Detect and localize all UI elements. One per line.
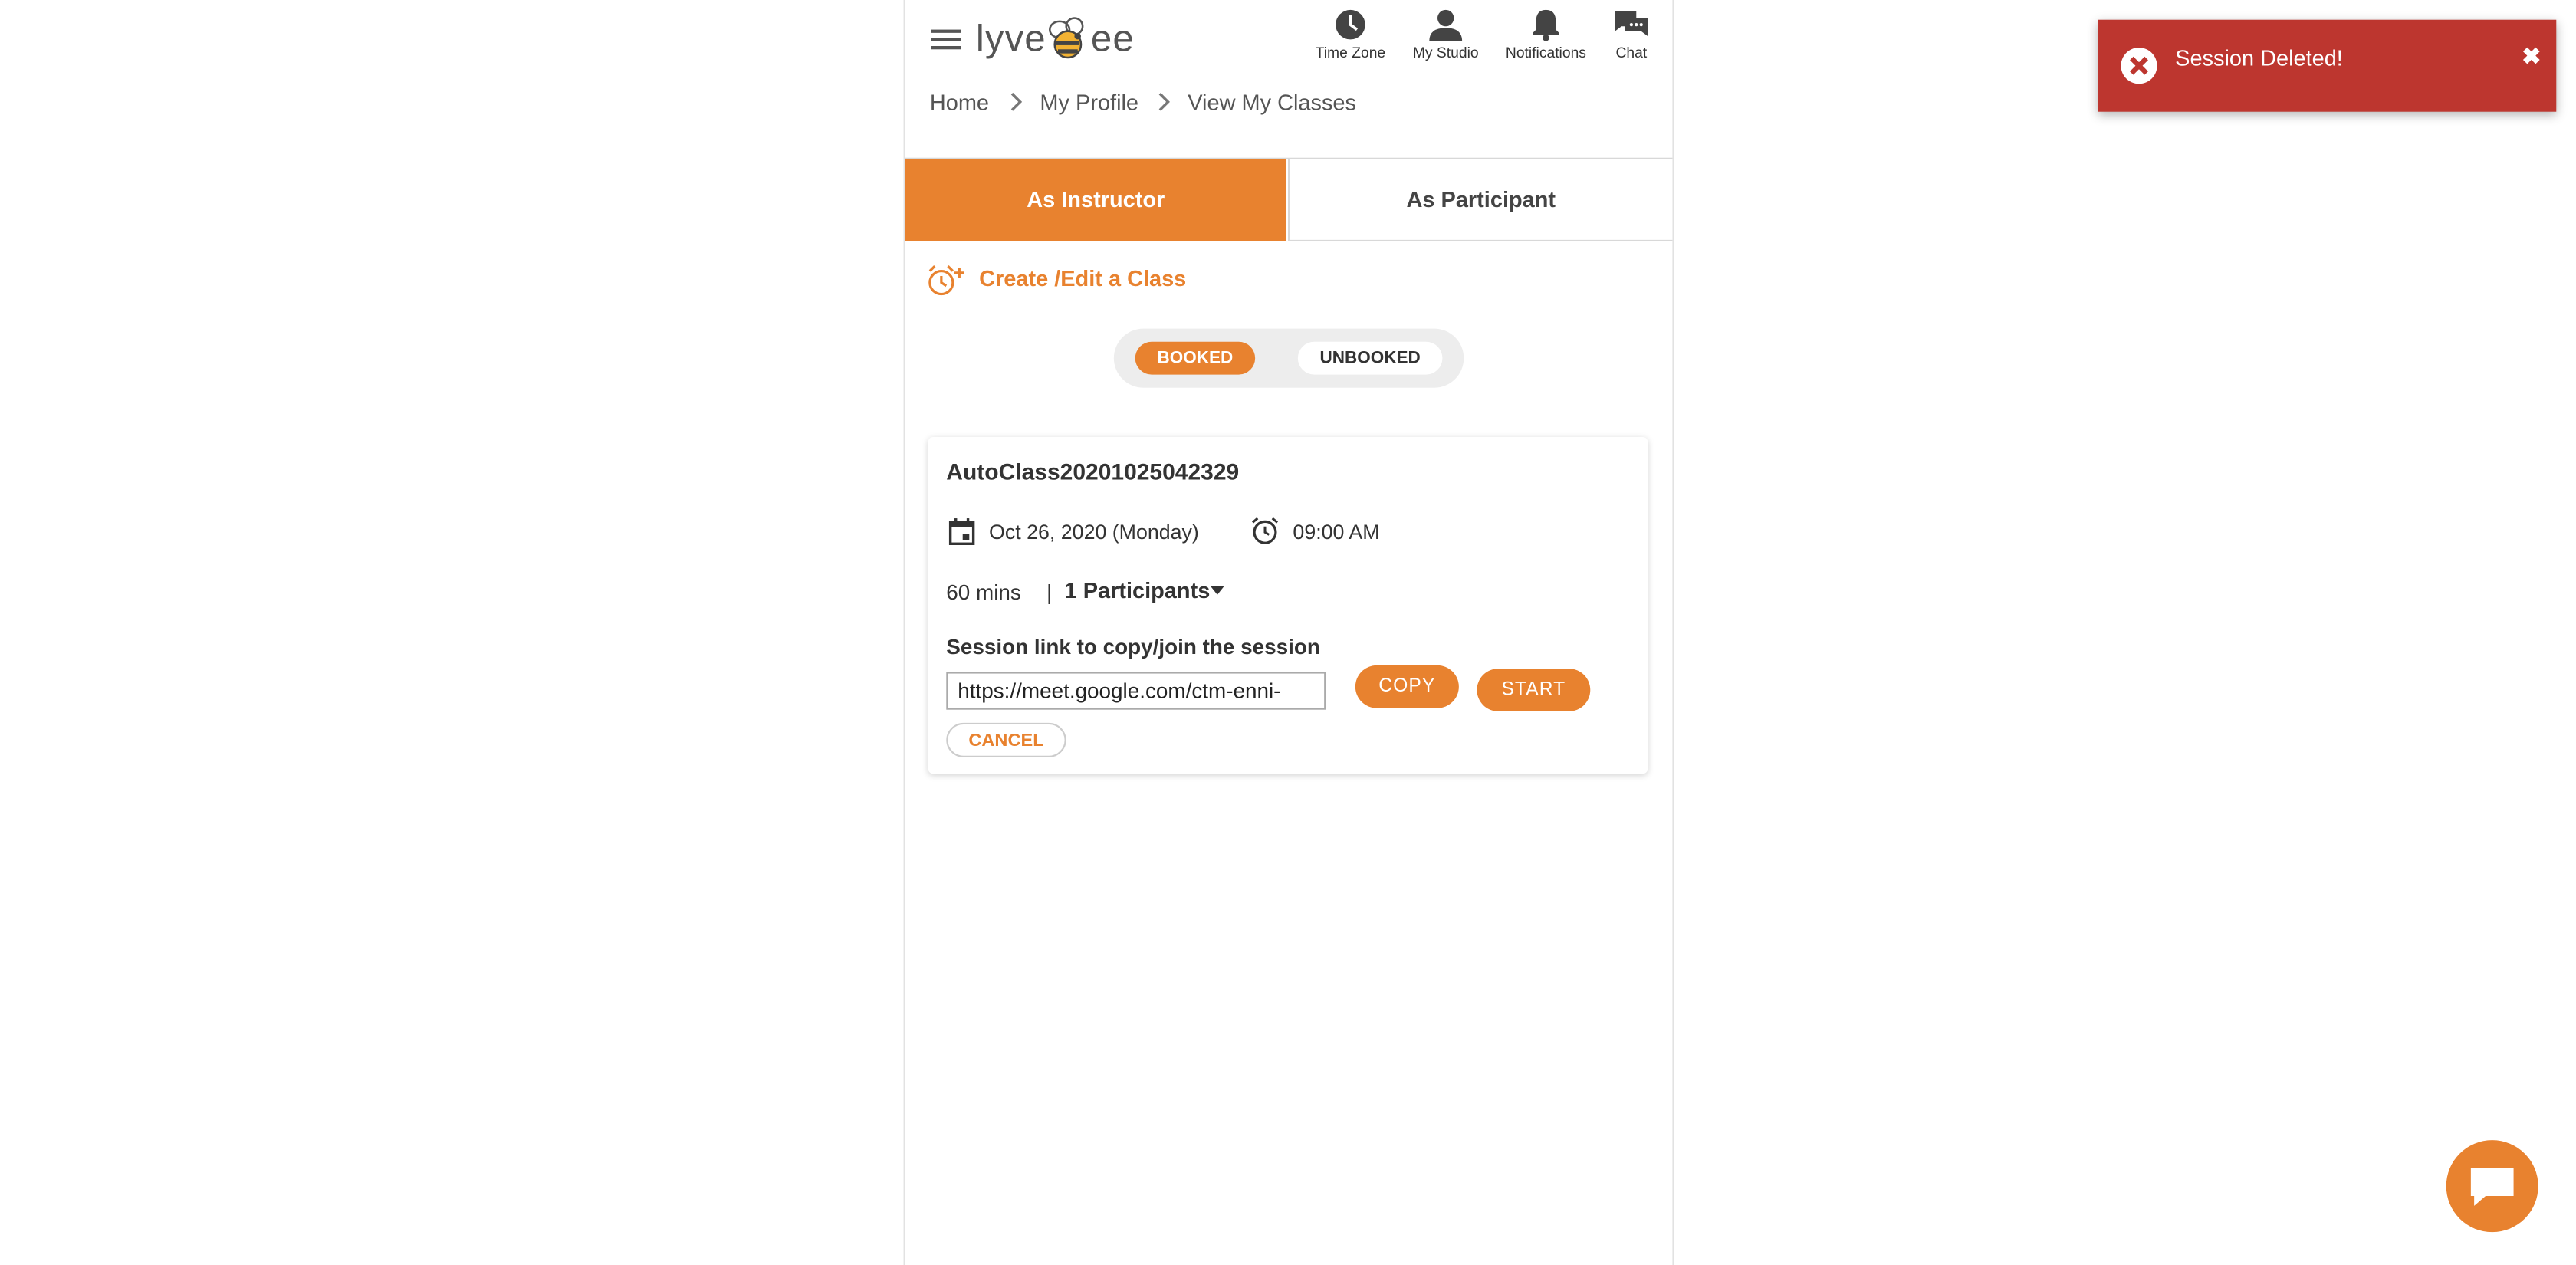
clock-icon bbox=[1336, 9, 1365, 40]
chat-label: Chat bbox=[1615, 44, 1648, 61]
copy-button[interactable]: COPY bbox=[1355, 665, 1459, 708]
alarm-add-icon bbox=[928, 265, 964, 296]
class-date: Oct 26, 2020 bbox=[989, 521, 1107, 544]
my-studio-button[interactable]: My Studio bbox=[1408, 8, 1484, 61]
caret-down-icon bbox=[1211, 586, 1224, 595]
tab-as-instructor[interactable]: As Instructor bbox=[905, 159, 1286, 242]
notifications-label: Notifications bbox=[1505, 44, 1586, 61]
chat-icon bbox=[2470, 1168, 2514, 1206]
breadcrumb-view-my-classes: View My Classes bbox=[1188, 90, 1356, 115]
class-card: AutoClass20201025042329 Oct 26, 2020 (Mo… bbox=[928, 437, 1648, 774]
bell-icon bbox=[1533, 9, 1559, 41]
booking-filter: BOOKED UNBOOKED bbox=[1113, 328, 1464, 388]
class-duration: 60 mins bbox=[946, 580, 1021, 605]
calendar-icon bbox=[948, 518, 975, 545]
time-zone-button[interactable]: Time Zone bbox=[1313, 8, 1388, 61]
booked-toggle[interactable]: BOOKED bbox=[1135, 341, 1256, 375]
time-zone-label: Time Zone bbox=[1315, 44, 1386, 61]
breadcrumb-home[interactable]: Home bbox=[930, 90, 989, 115]
start-button[interactable]: START bbox=[1477, 669, 1591, 711]
logo-suffix: ee bbox=[1090, 16, 1135, 60]
logo-text: lyve bbox=[975, 16, 1046, 60]
chevron-right-icon bbox=[1010, 92, 1023, 111]
breadcrumb-my-profile[interactable]: My Profile bbox=[1040, 90, 1138, 115]
session-link-label: Session link to copy/join the session bbox=[946, 634, 1320, 659]
session-link-input[interactable] bbox=[946, 672, 1326, 710]
close-icon[interactable]: ✖ bbox=[2522, 43, 2541, 71]
unbooked-toggle[interactable]: UNBOOKED bbox=[1297, 341, 1443, 375]
class-weekday: (Monday) bbox=[1112, 521, 1199, 544]
toast-message: Session Deleted! bbox=[2175, 46, 2343, 71]
participants-label: 1 Participants bbox=[1064, 578, 1211, 603]
person-icon bbox=[1429, 9, 1463, 41]
session-deleted-toast: Session Deleted! ✖ bbox=[2098, 19, 2557, 112]
chevron-right-icon bbox=[1158, 92, 1170, 111]
bee-icon bbox=[1048, 17, 1084, 59]
chat-bubbles-icon bbox=[1615, 12, 1648, 37]
my-studio-label: My Studio bbox=[1412, 44, 1479, 61]
alarm-clock-icon bbox=[1251, 517, 1279, 544]
error-icon bbox=[2121, 48, 2157, 84]
tab-as-participant[interactable]: As Participant bbox=[1288, 159, 1673, 242]
separator: | bbox=[1046, 580, 1053, 605]
live-chat-button[interactable] bbox=[2446, 1140, 2538, 1233]
chat-button[interactable]: Chat bbox=[1605, 8, 1658, 61]
participants-dropdown[interactable]: 1 Participants bbox=[1064, 577, 1224, 610]
app-panel: lyve ee Time Zone My Studio Notification… bbox=[903, 0, 1674, 1265]
create-edit-class-label: Create /Edit a Class bbox=[979, 266, 1187, 291]
class-title: AutoClass20201025042329 bbox=[946, 458, 1240, 485]
notifications-button[interactable]: Notifications bbox=[1500, 8, 1592, 61]
cancel-button[interactable]: CANCEL bbox=[946, 722, 1066, 757]
menu-icon[interactable] bbox=[932, 26, 961, 61]
class-time: 09:00 AM bbox=[1293, 521, 1380, 544]
